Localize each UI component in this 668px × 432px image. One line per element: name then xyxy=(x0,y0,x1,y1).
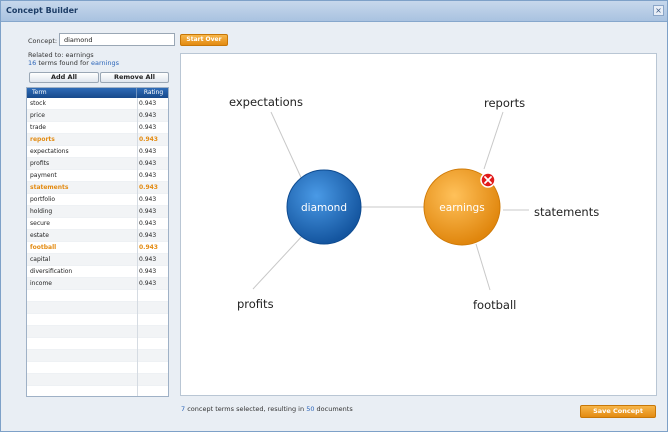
empty-row xyxy=(27,362,168,374)
concept-graph: diamond earnings expectations profits re… xyxy=(229,95,599,312)
term-cell: estate xyxy=(30,232,49,239)
related-prefix: Related to: xyxy=(28,51,64,59)
empty-row xyxy=(27,350,168,362)
table-row[interactable]: portfolio 0.943 xyxy=(27,194,168,206)
table-row[interactable]: secure 0.943 xyxy=(27,218,168,230)
edge-diamond-profits xyxy=(252,233,305,290)
term-table: Term Rating stock 0.943 price 0.943 trade 0.9… xyxy=(26,87,169,397)
table-row[interactable]: statements 0.943 xyxy=(27,182,168,194)
selected-count: 7 xyxy=(181,405,186,413)
term-cell: reports xyxy=(30,136,55,143)
terms-found-label: terms found for xyxy=(38,59,89,67)
table-row[interactable]: football 0.943 xyxy=(27,242,168,254)
column-header-rating[interactable]: Rating xyxy=(137,88,168,98)
table-row[interactable]: price 0.943 xyxy=(27,110,168,122)
rating-cell: 0.943 xyxy=(139,100,157,107)
edge-diamond-expectations xyxy=(270,111,305,185)
status-label-b: documents xyxy=(316,405,353,413)
rating-cell: 0.943 xyxy=(139,196,157,203)
related-to-text: Related to: earnings xyxy=(28,51,94,59)
term-cell: price xyxy=(30,112,45,119)
table-row[interactable]: estate 0.943 xyxy=(27,230,168,242)
rating-cell: 0.943 xyxy=(139,160,157,167)
empty-row xyxy=(27,302,168,314)
term-cell: trade xyxy=(30,124,46,131)
rating-cell: 0.943 xyxy=(139,220,157,227)
term-cell: statements xyxy=(30,184,69,191)
rating-cell: 0.943 xyxy=(139,148,157,155)
table-row[interactable]: diversification 0.943 xyxy=(27,266,168,278)
edge-earnings-football xyxy=(475,243,491,291)
edge-earnings-reports xyxy=(483,111,504,170)
table-row[interactable]: reports 0.943 xyxy=(27,134,168,146)
term-cell: football xyxy=(30,244,57,251)
table-row[interactable]: expectations 0.943 xyxy=(27,146,168,158)
term-cell: expectations xyxy=(30,148,69,155)
term-cell: income xyxy=(30,280,52,287)
term-cell: payment xyxy=(30,172,57,179)
table-row[interactable]: holding 0.943 xyxy=(27,206,168,218)
term-cell: diversification xyxy=(30,268,73,275)
empty-row xyxy=(27,314,168,326)
table-row[interactable]: capital 0.943 xyxy=(27,254,168,266)
rating-cell: 0.943 xyxy=(139,136,158,143)
status-label-a: concept terms selected, resulting in xyxy=(187,405,305,413)
empty-row xyxy=(27,338,168,350)
rating-cell: 0.943 xyxy=(139,244,158,251)
terms-found-count: 16 xyxy=(28,59,37,67)
term-cell: portfolio xyxy=(30,196,56,203)
empty-row xyxy=(27,374,168,386)
column-divider xyxy=(137,98,138,396)
concept-node-diamond[interactable]: diamond xyxy=(286,169,362,245)
term-cell: stock xyxy=(30,100,46,107)
close-icon[interactable]: × xyxy=(653,5,664,16)
rating-cell: 0.943 xyxy=(139,280,157,287)
rating-cell: 0.943 xyxy=(139,124,157,131)
term-cell: profits xyxy=(30,160,50,167)
empty-row xyxy=(27,290,168,302)
table-row[interactable]: income 0.943 xyxy=(27,278,168,290)
graph-term-reports[interactable]: reports xyxy=(484,96,525,110)
graph-term-profits[interactable]: profits xyxy=(237,297,274,311)
term-cell: secure xyxy=(30,220,50,227)
graph-term-expectations[interactable]: expectations xyxy=(229,95,303,109)
term-node-label: earnings xyxy=(439,202,484,214)
window-title: Concept Builder xyxy=(6,6,78,15)
status-text: 7 concept terms selected, resulting in 5… xyxy=(181,405,353,413)
graph-term-football[interactable]: football xyxy=(473,298,516,312)
start-over-button[interactable]: Start Over xyxy=(180,34,228,46)
rating-cell: 0.943 xyxy=(139,256,157,263)
document-count: 50 xyxy=(306,405,315,413)
concept-builder-window: Concept Builder × Concept: Start Over Re… xyxy=(0,0,668,432)
table-row[interactable]: stock 0.943 xyxy=(27,98,168,110)
term-cell: capital xyxy=(30,256,51,263)
related-term: earnings xyxy=(65,51,94,59)
graph-term-statements[interactable]: statements xyxy=(534,205,599,219)
rating-cell: 0.943 xyxy=(139,232,157,239)
rating-cell: 0.943 xyxy=(139,208,157,215)
rating-cell: 0.943 xyxy=(139,112,157,119)
empty-row xyxy=(27,326,168,338)
concept-label: Concept: xyxy=(28,37,58,45)
add-all-button[interactable]: Add All xyxy=(29,72,99,83)
table-row[interactable]: profits 0.943 xyxy=(27,158,168,170)
rating-cell: 0.943 xyxy=(139,172,157,179)
rating-cell: 0.943 xyxy=(139,184,158,191)
concept-graph-canvas: diamond earnings expectations profits re… xyxy=(180,53,657,396)
table-row[interactable]: trade 0.943 xyxy=(27,122,168,134)
column-header-term[interactable]: Term xyxy=(27,88,137,98)
term-cell: holding xyxy=(30,208,53,215)
remove-x-icon[interactable] xyxy=(480,172,496,188)
term-rows: stock 0.943 price 0.943 trade 0.943 reports 0.9… xyxy=(27,98,168,396)
title-bar: Concept Builder × xyxy=(1,1,667,22)
concept-node-label: diamond xyxy=(301,202,347,214)
terms-found-text: 16 terms found for earnings xyxy=(28,59,119,67)
terms-found-term-link[interactable]: earnings xyxy=(91,59,119,67)
save-concept-button[interactable]: Save Concept xyxy=(580,405,656,418)
rating-cell: 0.943 xyxy=(139,268,157,275)
concept-input[interactable] xyxy=(59,33,175,46)
remove-all-button[interactable]: Remove All xyxy=(100,72,169,83)
empty-row xyxy=(27,386,168,396)
table-row[interactable]: payment 0.943 xyxy=(27,170,168,182)
